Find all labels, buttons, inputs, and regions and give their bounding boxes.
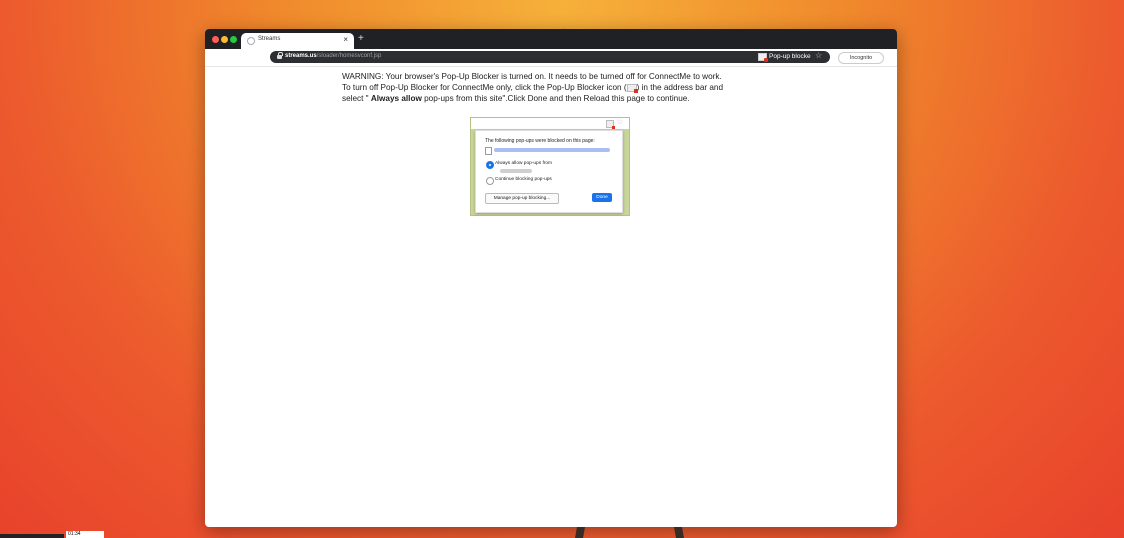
toolbar: streams.us/sloader/homesvconf.jsp Pop-up…: [205, 49, 897, 67]
maximize-window-button[interactable]: [230, 36, 237, 43]
monitor-stand-left: [575, 527, 585, 538]
bookmark-star-icon[interactable]: ☆: [815, 51, 822, 60]
blurred-host: [500, 169, 532, 173]
tab-streams[interactable]: Streams ×: [241, 33, 354, 49]
lock-icon[interactable]: [277, 52, 283, 60]
player-control-bar[interactable]: [0, 534, 64, 538]
done-button: Done: [592, 193, 612, 202]
address-bar[interactable]: streams.us/sloader/homesvconf.jsp Pop-up…: [270, 51, 830, 63]
close-window-button[interactable]: [212, 36, 219, 43]
star-icon: ☆: [617, 119, 624, 126]
blocked-url-link: [494, 148, 610, 152]
popup-blocked-icon[interactable]: [758, 53, 768, 62]
popup-blocked-dialog: The following pop-ups were blocked on th…: [475, 130, 623, 213]
document-icon: [485, 147, 492, 155]
incognito-badge[interactable]: Incognito: [838, 52, 884, 64]
browser-window: Streams × + streams.us/sloader/homesvcon…: [205, 29, 897, 527]
popup-blocked-label[interactable]: Pop-up blocke: [769, 53, 811, 60]
monitor-stand-right: [674, 527, 684, 538]
popup-blocker-inline-icon: [626, 83, 638, 93]
tab-title: Streams: [258, 36, 281, 42]
dialog-heading: The following pop-ups were blocked on th…: [485, 138, 595, 144]
url-text[interactable]: streams.us/sloader/homesvconf.jsp: [285, 53, 381, 59]
option-allow-label: Always allow pop-ups from: [495, 161, 553, 166]
tab-close-icon[interactable]: ×: [343, 35, 348, 44]
popup-blocked-icon: [606, 120, 615, 129]
popup-warning-text: WARNING: Your browser's Pop-Up Blocker i…: [342, 72, 724, 103]
radio-allow: [486, 161, 494, 169]
title-bar: Streams × +: [205, 29, 897, 49]
player-timestamp: 01:34: [66, 531, 104, 538]
radio-block: [486, 177, 494, 185]
option-block-label: Continue blocking pop-ups: [495, 177, 552, 182]
minimize-window-button[interactable]: [221, 36, 228, 43]
loading-icon: [247, 37, 255, 45]
new-tab-button[interactable]: +: [358, 33, 364, 44]
page-content: WARNING: Your browser's Pop-Up Blocker i…: [205, 67, 897, 527]
manage-popup-button: Manage pop-up blocking...: [485, 193, 559, 204]
instruction-screenshot: ☆ The following pop-ups were blocked on …: [470, 117, 630, 216]
